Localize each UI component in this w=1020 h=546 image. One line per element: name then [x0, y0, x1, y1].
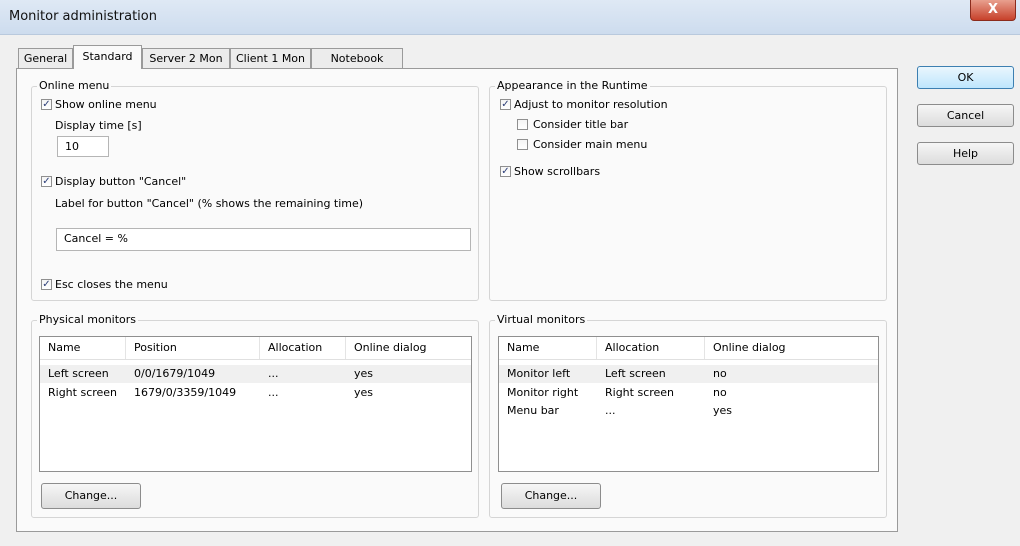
check-icon: ✓: [42, 279, 51, 290]
column-header-name[interactable]: Name: [40, 337, 126, 359]
cell-allocation: ...: [268, 386, 279, 399]
tab-general[interactable]: General: [18, 48, 73, 68]
cancel-label-caption: Label for button "Cancel" (% shows the r…: [55, 197, 364, 210]
cell-online-dialog: no: [713, 367, 727, 380]
close-button[interactable]: X: [970, 0, 1016, 21]
check-icon: ✓: [42, 176, 51, 187]
cell-name: Left screen: [48, 367, 109, 380]
button-label: Help: [952, 147, 979, 160]
consider-title-bar-checkbox[interactable]: [517, 119, 528, 130]
virtual-change-button[interactable]: Change...: [501, 483, 601, 509]
cancel-label-input[interactable]: Cancel = %: [56, 228, 471, 251]
cell-allocation: ...: [605, 404, 616, 417]
cell-name: Right screen: [48, 386, 118, 399]
cell-online-dialog: yes: [354, 367, 374, 380]
ok-button[interactable]: OK: [917, 66, 1014, 89]
table-row[interactable]: Monitor right Right screen no: [499, 384, 878, 402]
esc-closes-label: Esc closes the menu: [55, 278, 168, 291]
cancel-button[interactable]: Cancel: [917, 104, 1014, 127]
title-bar: Monitor administration X: [0, 0, 1020, 35]
appearance-title: Appearance in the Runtime: [495, 79, 650, 93]
online-menu-title: Online menu: [37, 79, 112, 93]
show-scrollbars-checkbox[interactable]: ✓: [500, 166, 511, 177]
column-header-position[interactable]: Position: [126, 337, 260, 359]
close-icon: X: [987, 2, 999, 17]
show-online-menu-label: Show online menu: [55, 98, 157, 111]
cell-name: Monitor left: [507, 367, 571, 380]
column-header-online-dialog[interactable]: Online dialog: [705, 337, 878, 359]
adjust-resolution-checkbox[interactable]: ✓: [500, 99, 511, 110]
display-time-input[interactable]: 10: [57, 136, 109, 157]
button-label: Change...: [524, 489, 578, 502]
display-time-label: Display time [s]: [55, 119, 142, 132]
virtual-monitors-title: Virtual monitors: [495, 313, 588, 327]
list-header: Name Allocation Online dialog: [499, 337, 878, 360]
tab-label: Standard: [82, 50, 133, 63]
table-row[interactable]: Right screen 1679/0/3359/1049 ... yes: [40, 384, 471, 402]
check-icon: ✓: [501, 99, 510, 110]
cell-allocation: Right screen: [605, 386, 675, 399]
help-button[interactable]: Help: [917, 142, 1014, 165]
column-header-name[interactable]: Name: [499, 337, 597, 359]
cell-online-dialog: yes: [713, 404, 733, 417]
display-cancel-checkbox[interactable]: ✓: [41, 176, 52, 187]
button-label: OK: [957, 71, 974, 84]
cell-online-dialog: no: [713, 386, 727, 399]
physical-monitors-list[interactable]: Name Position Allocation Online dialog L…: [39, 336, 472, 472]
cell-position: 0/0/1679/1049: [134, 367, 216, 380]
button-label: Change...: [64, 489, 118, 502]
virtual-monitors-list[interactable]: Name Allocation Online dialog Monitor le…: [498, 336, 879, 472]
cell-online-dialog: yes: [354, 386, 374, 399]
tab-label: Client 1 Mon: [235, 52, 306, 65]
tab-standard[interactable]: Standard: [73, 45, 142, 69]
tab-client-1-mon[interactable]: Client 1 Mon: [230, 48, 311, 68]
physical-monitors-title: Physical monitors: [37, 313, 139, 327]
column-header-allocation[interactable]: Allocation: [597, 337, 705, 359]
table-row[interactable]: Monitor left Left screen no: [499, 365, 878, 383]
esc-closes-checkbox[interactable]: ✓: [41, 279, 52, 290]
window-title: Monitor administration: [9, 9, 157, 24]
column-header-allocation[interactable]: Allocation: [260, 337, 346, 359]
show-scrollbars-label: Show scrollbars: [514, 165, 601, 178]
consider-main-menu-label: Consider main menu: [533, 138, 648, 151]
adjust-resolution-label: Adjust to monitor resolution: [514, 98, 668, 111]
physical-change-button[interactable]: Change...: [41, 483, 141, 509]
cell-name: Menu bar: [507, 404, 559, 417]
monitor-administration-dialog: Monitor administration X General Standar…: [0, 0, 1020, 546]
table-row[interactable]: Left screen 0/0/1679/1049 ... yes: [40, 365, 471, 383]
tab-server-2-mon[interactable]: Server 2 Mon: [142, 48, 230, 68]
check-icon: ✓: [501, 166, 510, 177]
tab-notebook-small[interactable]: Notebook small: [311, 48, 403, 85]
table-row[interactable]: Menu bar ... yes: [499, 402, 878, 420]
column-header-online-dialog[interactable]: Online dialog: [346, 337, 471, 359]
cell-name: Monitor right: [507, 386, 579, 399]
cell-allocation: Left screen: [605, 367, 666, 380]
consider-main-menu-checkbox[interactable]: [517, 139, 528, 150]
tab-label: General: [23, 52, 68, 65]
button-label: Cancel: [946, 109, 985, 122]
check-icon: ✓: [42, 99, 51, 110]
cell-position: 1679/0/3359/1049: [134, 386, 237, 399]
cell-allocation: ...: [268, 367, 279, 380]
list-header: Name Position Allocation Online dialog: [40, 337, 471, 360]
display-time-value: 10: [65, 140, 79, 153]
display-cancel-label: Display button "Cancel": [55, 175, 187, 188]
tab-label: Server 2 Mon: [149, 52, 223, 65]
show-online-menu-checkbox[interactable]: ✓: [41, 99, 52, 110]
cancel-label-value: Cancel = %: [64, 232, 128, 245]
consider-title-bar-label: Consider title bar: [533, 118, 629, 131]
